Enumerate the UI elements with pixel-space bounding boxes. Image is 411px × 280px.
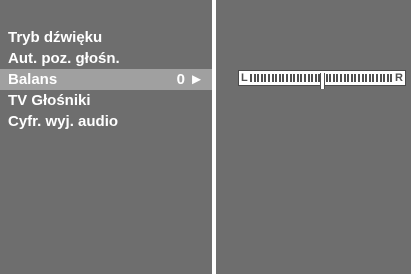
balance-tick <box>329 74 332 82</box>
balance-tick <box>340 74 342 82</box>
settings-panel: L R <box>216 0 411 274</box>
balance-tick <box>347 74 350 82</box>
menu-item-label: Aut. poz. głośn. <box>8 50 120 67</box>
balance-slider[interactable]: L R <box>238 70 406 89</box>
balance-tick <box>304 74 306 82</box>
balance-tick <box>311 74 314 82</box>
balance-right-label: R <box>395 72 403 84</box>
menu-item-label: TV Głośniki <box>8 92 91 109</box>
balance-tick <box>358 74 360 82</box>
menu-item-auto-volume[interactable]: Aut. poz. głośn. <box>0 48 212 69</box>
balance-tick <box>250 74 252 82</box>
balance-tick <box>379 74 382 82</box>
balance-tick <box>350 74 353 82</box>
balance-tick <box>289 74 292 82</box>
balance-position-marker[interactable] <box>320 73 325 89</box>
balance-tick <box>383 74 386 82</box>
balance-tick <box>282 74 285 82</box>
balance-tick <box>278 74 281 82</box>
balance-tick <box>293 74 296 82</box>
menu-item-balance[interactable]: Balans 0 ► <box>0 69 212 90</box>
balance-tick <box>275 74 278 82</box>
balance-tick <box>325 74 328 82</box>
menu-item-label: Cyfr. wyj. audio <box>8 113 119 130</box>
balance-tick <box>336 74 339 82</box>
menu-item-label: Balans <box>8 71 58 88</box>
balance-tick <box>332 74 335 82</box>
balance-tick <box>390 74 393 82</box>
balance-left-label: L <box>241 72 248 84</box>
balance-tick <box>372 74 375 82</box>
balance-tick <box>253 74 256 82</box>
balance-tick <box>257 74 260 82</box>
balance-tick <box>307 74 310 82</box>
balance-tick <box>376 74 378 82</box>
balance-tick <box>268 74 270 82</box>
menu-item-tv-speakers[interactable]: TV Głośniki <box>0 90 212 111</box>
balance-tick <box>361 74 364 82</box>
balance-ticks <box>250 73 394 89</box>
balance-tick <box>300 74 303 82</box>
balance-tick <box>264 74 267 82</box>
balance-tick <box>343 74 346 82</box>
balance-tick <box>386 74 389 82</box>
balance-tick <box>271 74 274 82</box>
balance-value: 0 ► <box>176 71 204 88</box>
menu-item-sound-mode[interactable]: Tryb dźwięku <box>0 27 212 48</box>
balance-tick <box>260 74 263 82</box>
balance-tick <box>368 74 371 82</box>
balance-tick <box>314 74 317 82</box>
balance-tick <box>286 74 288 82</box>
menu-item-label: Tryb dźwięku <box>8 29 103 46</box>
balance-tick <box>365 74 368 82</box>
menu-panel: Tryb dźwięku Aut. poz. głośn. Balans 0 ►… <box>0 0 212 274</box>
menu-item-digital-audio-out[interactable]: Cyfr. wyj. audio <box>0 111 212 132</box>
sound-menu: Tryb dźwięku Aut. poz. głośn. Balans 0 ►… <box>0 27 212 132</box>
balance-tick <box>296 74 299 82</box>
balance-tick <box>354 74 357 82</box>
